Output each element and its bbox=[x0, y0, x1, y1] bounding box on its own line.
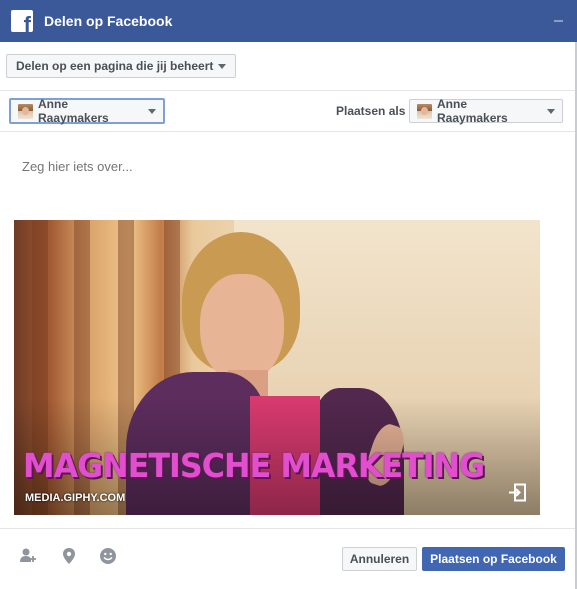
avatar bbox=[417, 103, 432, 119]
dialog-title: Delen op Facebook bbox=[44, 13, 173, 29]
gif-caption: MAGNETISCHE MARKETING bbox=[23, 446, 485, 485]
dialog-title-bar: f Delen op Facebook bbox=[0, 0, 577, 42]
post-as-dropdown[interactable]: Anne Raaymakers bbox=[409, 97, 563, 125]
post-as-label: Plaatsen als bbox=[336, 104, 406, 118]
share-target-dropdown[interactable]: Delen op een pagina die jij beheert bbox=[6, 54, 236, 78]
page-selector-dropdown[interactable]: Anne Raaymakers bbox=[9, 97, 165, 125]
minimize-icon[interactable] bbox=[554, 20, 563, 22]
avatar bbox=[18, 103, 33, 119]
gif-preview[interactable]: MAGNETISCHE MARKETING MEDIA.GIPHY.COM bbox=[14, 220, 540, 515]
divider bbox=[0, 528, 575, 529]
facebook-logo-icon: f bbox=[11, 10, 33, 32]
cancel-button[interactable]: Annuleren bbox=[342, 547, 417, 571]
emoji-icon[interactable] bbox=[99, 547, 117, 565]
share-target-label: Delen op een pagina die jij beheert bbox=[16, 59, 214, 73]
chevron-down-icon bbox=[148, 108, 156, 114]
post-as-name: Anne Raaymakers bbox=[437, 97, 508, 125]
location-icon[interactable] bbox=[60, 547, 78, 565]
status-input[interactable] bbox=[22, 159, 522, 174]
chevron-down-icon bbox=[547, 108, 555, 114]
chevron-down-icon bbox=[218, 63, 226, 69]
gif-source: MEDIA.GIPHY.COM bbox=[25, 492, 126, 504]
page-selector-name: Anne Raaymakers bbox=[38, 97, 109, 125]
divider bbox=[0, 131, 575, 132]
open-link-icon[interactable] bbox=[508, 483, 527, 502]
divider bbox=[0, 90, 575, 91]
post-button[interactable]: Plaatsen op Facebook bbox=[422, 547, 565, 571]
tag-people-icon[interactable] bbox=[19, 547, 37, 565]
